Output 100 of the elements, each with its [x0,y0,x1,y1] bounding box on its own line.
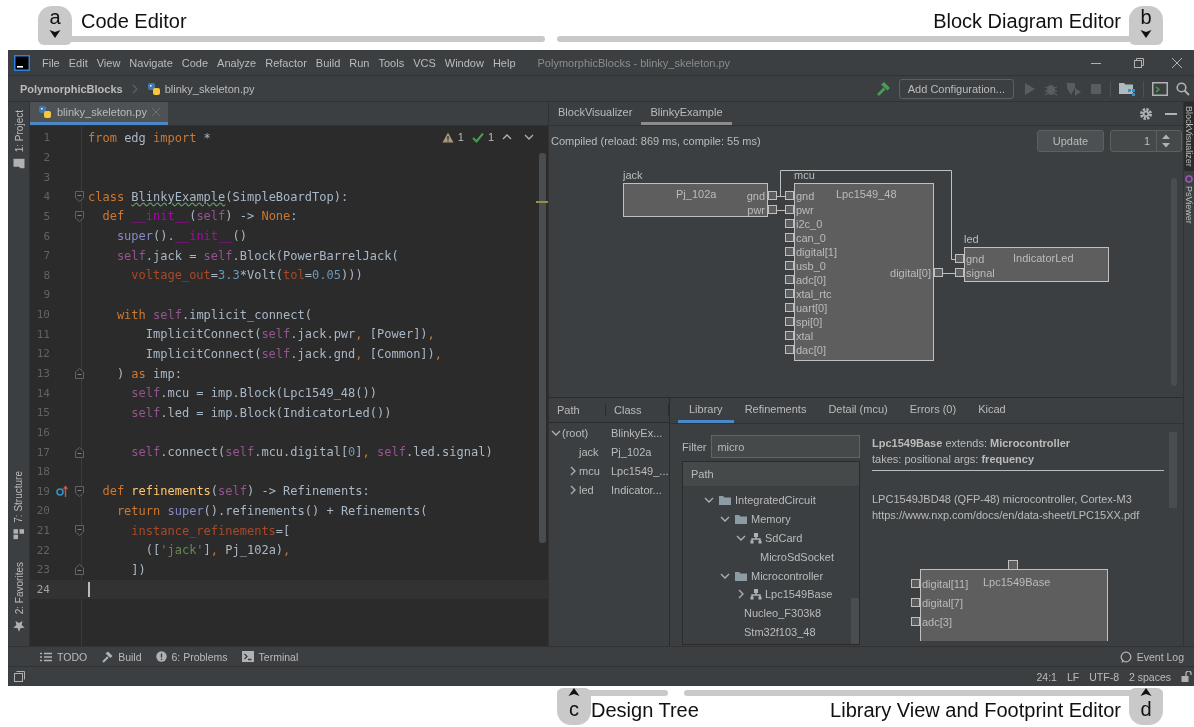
port[interactable]: xtal [785,330,814,342]
tree-item[interactable]: (root) [562,426,589,439]
menu-item[interactable]: Tools [378,56,405,69]
tab[interactable]: Errors (0) [898,398,968,423]
tool-window-button[interactable]: 6: Problems [155,650,228,663]
tab[interactable]: Detail (mcu) [817,398,899,423]
tool-window-tab[interactable]: PsViewer [1184,170,1194,228]
status-item[interactable]: 24:1 [1036,670,1057,683]
add-configuration-button[interactable]: Add Configuration... [898,78,1014,99]
port[interactable]: adc[3] [911,616,952,628]
chevron-down-icon[interactable] [524,132,534,142]
menu-item[interactable]: Code [181,56,209,69]
tree-item[interactable]: IntegratedCircuit [735,494,816,507]
chevron-right-icon[interactable] [736,589,745,600]
column-header[interactable]: Path [549,404,606,416]
port[interactable]: digital[7] [911,597,963,609]
menu-item[interactable]: View [96,56,121,69]
project-structure-icon[interactable] [1119,81,1135,96]
tool-window-tab[interactable]: 7: Structure [13,469,24,542]
tool-window-button[interactable]: TODO [40,650,88,663]
fold-marker-icon[interactable] [74,485,84,497]
port[interactable]: gnd [955,253,985,265]
scrollbar[interactable] [851,598,859,644]
column-header[interactable]: Class [606,404,669,416]
tool-window-tab[interactable]: 1: Project [12,108,25,172]
fold-marker-icon[interactable] [74,446,84,458]
port[interactable]: digital[1] [785,246,837,258]
tree-item[interactable]: jack [579,445,599,458]
search-icon[interactable] [1176,81,1190,96]
tree-item[interactable]: MicroSdSocket [760,550,834,563]
chevron-up-icon[interactable] [502,132,512,142]
tab[interactable]: Kicad [967,398,1017,423]
port[interactable]: adc[0] [785,274,826,286]
port[interactable]: spi[0] [785,316,823,328]
breadcrumb-item[interactable]: blinky_skeleton.py [164,82,255,95]
port[interactable]: digital[0] [890,267,943,279]
port[interactable]: pwr [747,204,777,216]
menu-item[interactable]: Edit [68,56,88,69]
settings-icon[interactable] [1139,106,1153,121]
tree-item[interactable]: led [579,483,594,496]
chevron-down-icon[interactable] [735,533,746,543]
port[interactable]: can_0 [785,232,826,244]
depth-spinner[interactable]: 1 [1110,130,1182,152]
block-box[interactable] [964,247,1109,282]
port[interactable]: signal [955,267,995,279]
chevron-right-icon[interactable] [568,465,577,476]
menu-item[interactable]: Analyze [217,56,257,69]
tree-item[interactable]: Stm32f103_48 [744,625,816,638]
port[interactable]: i2c_0 [785,218,823,230]
status-item[interactable]: 2 spaces [1128,670,1171,683]
port[interactable]: gnd [746,190,777,202]
menu-item[interactable]: Build [315,56,341,69]
tool-window-tab[interactable]: BlockVisualizer [1184,102,1194,171]
menu-item[interactable]: Navigate [129,56,173,69]
menu-item[interactable]: Refactor [265,56,307,69]
menu-item[interactable]: Help [492,56,516,69]
tree-item[interactable]: Lpc1549Base [765,588,833,601]
menu-item[interactable]: File [42,56,60,69]
scrollbar[interactable] [539,153,546,543]
port[interactable]: usb_0 [785,260,826,272]
wire[interactable] [780,170,956,260]
tool-window-button[interactable]: Terminal [241,650,299,663]
fold-marker-icon[interactable] [74,210,84,222]
fold-marker-icon[interactable] [74,525,84,537]
lock-icon[interactable] [1181,671,1192,682]
tree-item[interactable]: Memory [751,513,791,526]
menu-item[interactable]: Window [444,56,484,69]
filter-field[interactable]: micro [711,435,860,458]
port[interactable]: xtal_rtc [785,288,832,300]
fold-marker-icon[interactable] [74,368,84,379]
event-log-button[interactable]: Event Log [1119,650,1184,663]
tree-item[interactable]: mcu [579,464,600,477]
fold-marker-icon[interactable] [74,191,84,203]
fold-marker-icon[interactable] [74,564,84,576]
chevron-right-icon[interactable] [568,484,577,495]
footprint-body[interactable] [920,569,1108,641]
terminal-window-icon[interactable] [1152,81,1168,96]
tool-window-tab[interactable]: 2: Favorites [12,559,25,634]
column-header[interactable]: Path [691,468,714,480]
port[interactable]: uart[0] [785,302,828,314]
block-box[interactable] [623,183,768,217]
port[interactable]: gnd [785,190,815,202]
spinner-arrows-icon[interactable] [1162,134,1170,148]
port[interactable]: digital[11] [911,578,969,590]
menu-item[interactable]: VCS [413,56,436,69]
panel-toggle-icon[interactable] [14,671,25,682]
file-tab[interactable]: blinky_skeleton.py [30,102,168,125]
tab[interactable]: BlinkyExample [641,102,732,125]
tree-item[interactable]: SdCard [765,532,803,544]
tab[interactable]: Refinements [733,398,818,423]
block-box[interactable] [794,183,934,361]
tab[interactable]: Library [678,398,734,423]
port-square[interactable] [1008,560,1018,570]
status-item[interactable]: UTF-8 [1089,670,1119,683]
port[interactable]: pwr [785,204,814,216]
tree-item[interactable]: Nucleo_F303k8 [744,607,822,620]
update-button[interactable]: Update [1037,130,1104,152]
status-item[interactable]: LF [1066,670,1080,683]
tab[interactable]: BlockVisualizer [549,102,642,125]
breadcrumb-item[interactable]: PolymorphicBlocks [20,82,123,95]
